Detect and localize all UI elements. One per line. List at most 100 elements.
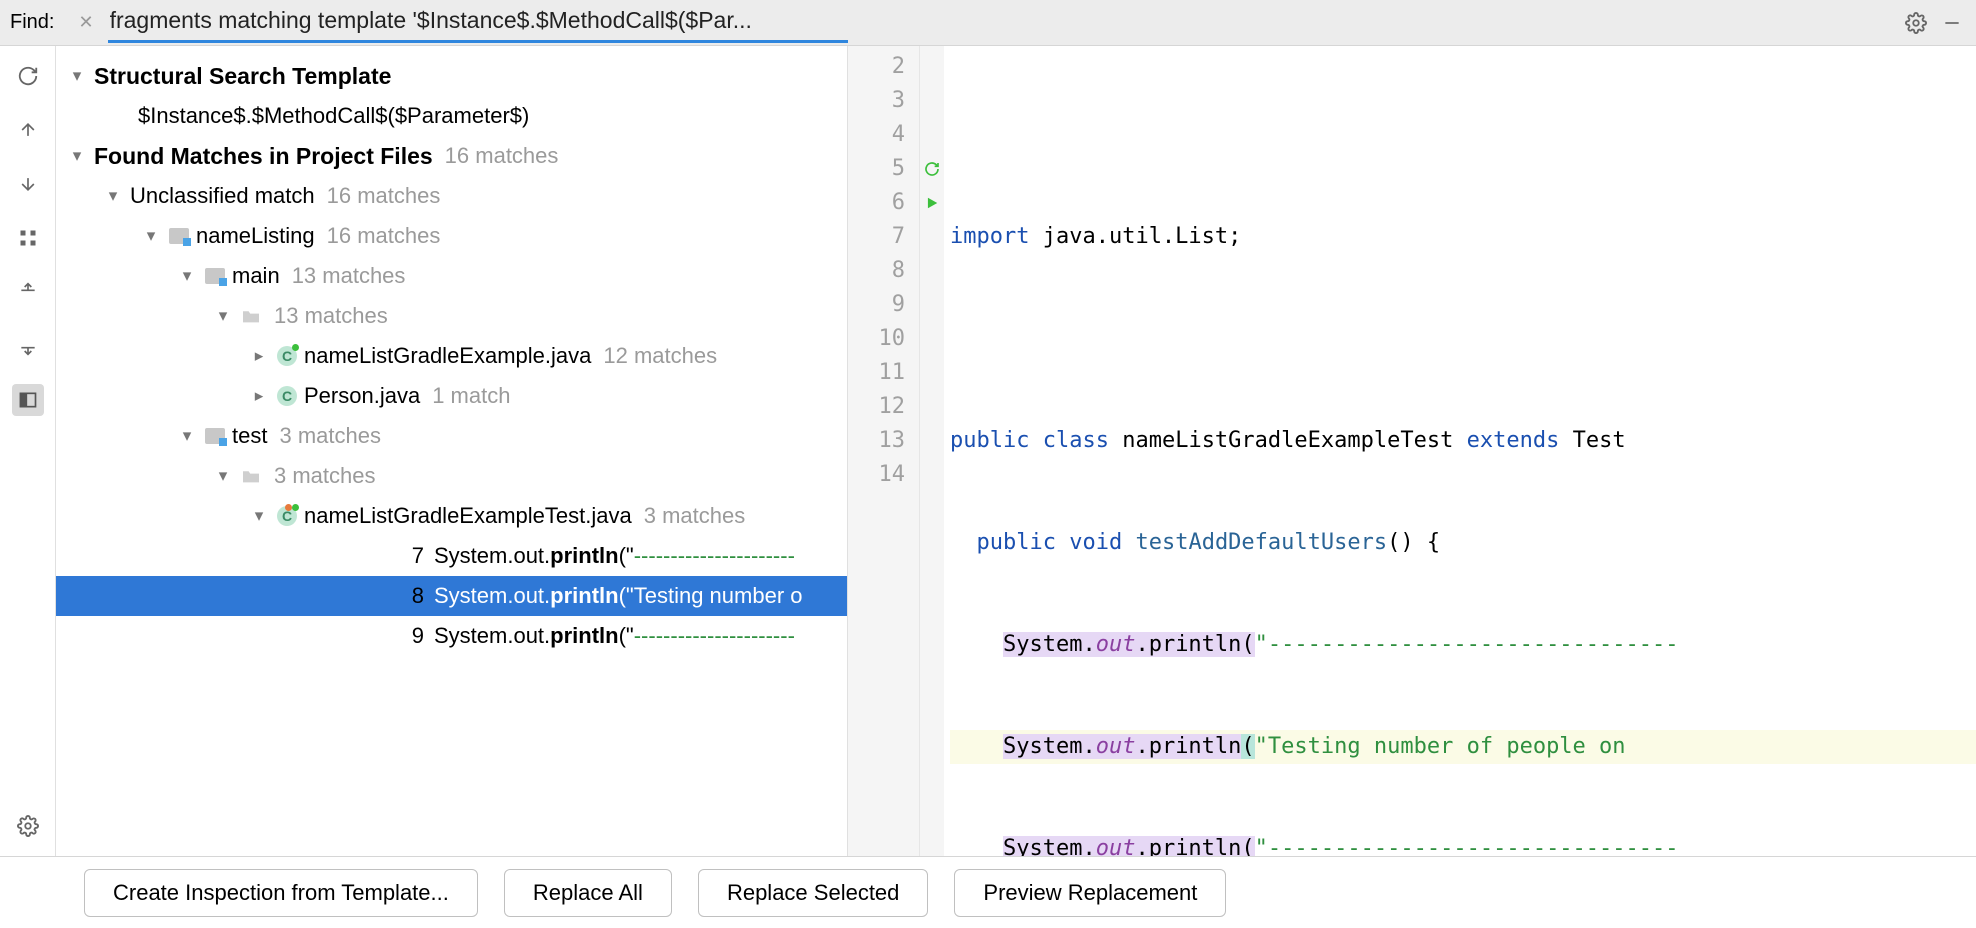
preview-replacement-button[interactable]: Preview Replacement <box>954 869 1226 917</box>
node-label: Person.java <box>304 383 420 409</box>
file-node[interactable]: ▸ C Person.java 1 match <box>56 376 847 416</box>
expand-all-icon[interactable] <box>12 276 44 308</box>
line-number: 7 <box>406 543 424 569</box>
arrow-down-icon[interactable] <box>12 168 44 200</box>
line-number: 14 <box>848 458 919 492</box>
search-query-input[interactable] <box>108 3 848 43</box>
structural-search-template-node[interactable]: ▾ Structural Search Template <box>56 56 847 96</box>
recursive-gutter-icon[interactable] <box>920 152 944 186</box>
left-rail <box>0 46 56 856</box>
gear-icon[interactable] <box>1902 9 1930 37</box>
results-tree-panel: ▾ Structural Search Template $Instance$.… <box>56 46 848 856</box>
chevron-down-icon: ▾ <box>176 426 198 446</box>
match-count: 1 match <box>432 383 510 409</box>
line-number: 9 <box>848 288 919 322</box>
unclassified-node[interactable]: ▾ Unclassified match 16 matches <box>56 176 847 216</box>
match-line[interactable]: 9 System.out.println("------------------… <box>56 616 847 656</box>
match-count: 16 matches <box>327 183 441 209</box>
match-count: 16 matches <box>445 143 559 169</box>
chevron-down-icon: ▾ <box>140 226 162 246</box>
line-number: 13 <box>848 424 919 458</box>
match-code: System.out.println("--------------------… <box>434 543 795 569</box>
class-icon: C <box>276 385 298 407</box>
module-icon <box>204 265 226 287</box>
line-number: 12 <box>848 390 919 424</box>
chevron-down-icon: ▾ <box>66 146 88 166</box>
line-number: 6 <box>848 186 919 220</box>
folder-icon <box>240 305 262 327</box>
class-icon: C <box>276 505 298 527</box>
settings-icon[interactable] <box>12 810 44 842</box>
test-src-node[interactable]: ▾ test 3 matches <box>56 416 847 456</box>
match-count: 3 matches <box>279 423 381 449</box>
template-body-node[interactable]: $Instance$.$MethodCall$($Parameter$) <box>56 96 847 136</box>
line-number: 4 <box>848 118 919 152</box>
node-label: nameListGradleExampleTest.java <box>304 503 632 529</box>
chevron-down-icon: ▾ <box>102 186 124 206</box>
create-inspection-button[interactable]: Create Inspection from Template... <box>84 869 478 917</box>
match-count: 12 matches <box>603 343 717 369</box>
node-label: Unclassified match <box>130 183 315 209</box>
chevron-down-icon: ▾ <box>212 306 234 326</box>
line-number: 7 <box>848 220 919 254</box>
replace-selected-button[interactable]: Replace Selected <box>698 869 928 917</box>
match-count: 3 matches <box>644 503 746 529</box>
line-number: 9 <box>406 623 424 649</box>
node-label: Structural Search Template <box>94 63 391 90</box>
main-src-node[interactable]: ▾ main 13 matches <box>56 256 847 296</box>
module-icon <box>168 225 190 247</box>
match-line-selected[interactable]: 8 System.out.println("Testing number o <box>56 576 847 616</box>
folder-icon <box>240 465 262 487</box>
class-icon: C <box>276 345 298 367</box>
bottom-bar: Create Inspection from Template... Repla… <box>0 856 1976 928</box>
module-icon <box>204 425 226 447</box>
chevron-down-icon: ▾ <box>212 466 234 486</box>
match-code: System.out.println("--------------------… <box>434 623 795 649</box>
editor-preview: 2 3 4 5 6 7 8 9 10 11 12 13 14 import ja… <box>848 46 1976 856</box>
editor-gutter-icons <box>920 46 944 856</box>
line-number: 8 <box>406 583 424 609</box>
main-folder-node[interactable]: ▾ 13 matches <box>56 296 847 336</box>
main-area: ▾ Structural Search Template $Instance$.… <box>0 46 1976 856</box>
node-label: $Instance$.$MethodCall$($Parameter$) <box>138 103 529 129</box>
chevron-down-icon: ▾ <box>66 66 88 86</box>
test-folder-node[interactable]: ▾ 3 matches <box>56 456 847 496</box>
line-number: 8 <box>848 254 919 288</box>
line-number: 3 <box>848 84 919 118</box>
match-code: System.out.println("Testing number o <box>434 583 803 609</box>
node-label: test <box>232 423 267 449</box>
close-query-icon[interactable]: ✕ <box>72 12 99 33</box>
minimize-icon[interactable] <box>1938 9 1966 37</box>
project-node[interactable]: ▾ nameListing 16 matches <box>56 216 847 256</box>
chevron-right-icon: ▸ <box>248 346 270 366</box>
match-line[interactable]: 7 System.out.println("------------------… <box>56 536 847 576</box>
match-count: 3 matches <box>274 463 376 489</box>
arrow-up-icon[interactable] <box>12 114 44 146</box>
line-number: 5 <box>848 152 919 186</box>
chevron-down-icon: ▾ <box>248 506 270 526</box>
collapse-all-icon[interactable] <box>12 330 44 362</box>
node-label: Found Matches in Project Files <box>94 143 433 170</box>
node-label: nameListGradleExample.java <box>304 343 591 369</box>
grid-icon[interactable] <box>12 222 44 254</box>
file-node[interactable]: ▸ C nameListGradleExample.java 12 matche… <box>56 336 847 376</box>
topbar: Find: ✕ <box>0 0 1976 46</box>
node-label: main <box>232 263 280 289</box>
editor-gutter: 2 3 4 5 6 7 8 9 10 11 12 13 14 <box>848 46 920 856</box>
chevron-down-icon: ▾ <box>176 266 198 286</box>
line-number: 2 <box>848 50 919 84</box>
find-label: Find: <box>10 11 54 34</box>
preview-pane-icon[interactable] <box>12 384 44 416</box>
found-matches-node[interactable]: ▾ Found Matches in Project Files 16 matc… <box>56 136 847 176</box>
match-count: 13 matches <box>274 303 388 329</box>
line-number: 11 <box>848 356 919 390</box>
match-count: 16 matches <box>327 223 441 249</box>
line-number: 10 <box>848 322 919 356</box>
run-gutter-icon[interactable] <box>920 186 944 220</box>
replace-all-button[interactable]: Replace All <box>504 869 672 917</box>
match-count: 13 matches <box>292 263 406 289</box>
node-label: nameListing <box>196 223 315 249</box>
file-node[interactable]: ▾ C nameListGradleExampleTest.java 3 mat… <box>56 496 847 536</box>
refresh-icon[interactable] <box>12 60 44 92</box>
editor-code[interactable]: import java.util.List; public class name… <box>944 46 1976 856</box>
